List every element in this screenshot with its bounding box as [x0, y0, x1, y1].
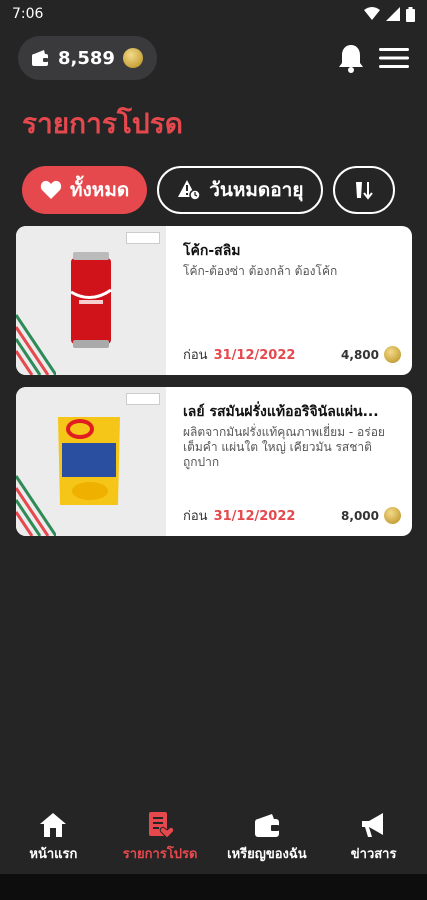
home-icon — [40, 812, 67, 837]
favorites-list-icon — [149, 811, 175, 839]
store-logo — [126, 393, 160, 405]
favorite-item-card[interactable]: โค้ก-สลิม โค้ก-ต้องซ่า ต้องกล้า ต้องโค้ก… — [16, 226, 412, 375]
wifi-icon — [364, 7, 380, 20]
item-description: ผลิตจากมันฝรั่งแท้คุณภาพเยี่ยม - อร่อยเต… — [183, 425, 385, 469]
expiry-date: 31/12/2022 — [213, 348, 296, 363]
status-icons — [364, 6, 415, 22]
battery-icon — [406, 6, 415, 22]
expiry-before-label: ก่อน — [183, 509, 208, 524]
filter-expiry-label: วันหมดอายุ — [209, 179, 304, 201]
nav-my-coins-label: เหรียญของฉัน — [227, 846, 307, 862]
app-header: 8,589 — [0, 34, 427, 82]
nav-news[interactable]: ข่าวสาร — [322, 811, 426, 864]
status-time: 7:06 — [12, 6, 44, 22]
filter-chips: ทั้งหมด วันหมดอายุ — [22, 166, 427, 214]
coke-can-image — [70, 252, 112, 348]
favorite-item-card[interactable]: เลย์ รสมันฝรั่งแท้ออริจินัลแผ่น... ผลิตจ… — [16, 387, 412, 536]
balance-value: 8,589 — [58, 47, 115, 69]
system-gesture-bar — [0, 874, 427, 900]
coin-icon — [122, 48, 143, 68]
wallet-balance-pill[interactable]: 8,589 — [18, 36, 157, 80]
lays-bag-image — [58, 417, 120, 505]
megaphone-icon — [361, 812, 383, 837]
item-footer: ก่อน 31/12/2022 8,000 — [183, 505, 401, 526]
filter-expiry-chip[interactable]: วันหมดอายุ — [157, 166, 324, 214]
price-value: 8,000 — [341, 508, 379, 523]
nav-my-coins[interactable]: เหรียญของฉัน — [215, 811, 319, 864]
coin-icon — [384, 346, 401, 363]
item-name: โค้ก-สลิม — [183, 243, 241, 259]
expiry-before-label: ก่อน — [183, 348, 208, 363]
stripes-decoration — [16, 314, 56, 375]
item-footer: ก่อน 31/12/2022 4,800 — [183, 344, 401, 365]
bell-icon[interactable] — [337, 43, 365, 73]
coin-icon — [384, 507, 401, 524]
item-info: โค้ก-สลิม โค้ก-ต้องซ่า ต้องกล้า ต้องโค้ก… — [183, 240, 401, 365]
sort-chip[interactable] — [333, 166, 396, 214]
expiry-date: 31/12/2022 — [213, 509, 296, 524]
wallet-icon — [32, 50, 48, 66]
sort-icon — [356, 182, 374, 200]
stripes-decoration — [16, 475, 56, 536]
item-info: เลย์ รสมันฝรั่งแท้ออริจินัลแผ่น... ผลิตจ… — [183, 401, 401, 526]
signal-icon — [386, 7, 400, 21]
status-bar: 7:06 — [0, 0, 427, 28]
product-image — [16, 387, 166, 536]
page-title: รายการโปรด — [22, 107, 183, 140]
price-value: 4,800 — [341, 347, 379, 362]
item-name: เลย์ รสมันฝรั่งแท้ออริจินัลแผ่น... — [183, 404, 379, 420]
menu-icon[interactable] — [379, 46, 409, 70]
nav-news-label: ข่าวสาร — [350, 846, 397, 862]
heart-icon — [40, 180, 62, 199]
item-price: 8,000 — [341, 507, 401, 524]
product-image — [16, 226, 166, 375]
bottom-nav: หน้าแรก รายการโปรด เหรียญของฉัน ข่าวสาร — [0, 800, 427, 874]
filter-all-chip[interactable]: ทั้งหมด — [22, 166, 148, 214]
item-price: 4,800 — [341, 346, 401, 363]
nav-home-label: หน้าแรก — [29, 846, 78, 862]
item-description: โค้ก-ต้องซ่า ต้องกล้า ต้องโค้ก — [183, 264, 338, 278]
nav-home[interactable]: หน้าแรก — [1, 811, 105, 864]
store-logo — [126, 232, 160, 244]
wallet-icon — [254, 813, 279, 837]
warning-clock-icon — [178, 180, 201, 201]
filter-all-label: ทั้งหมด — [70, 179, 130, 201]
nav-favorites[interactable]: รายการโปรด — [108, 811, 212, 864]
nav-favorites-label: รายการโปรด — [122, 846, 198, 862]
